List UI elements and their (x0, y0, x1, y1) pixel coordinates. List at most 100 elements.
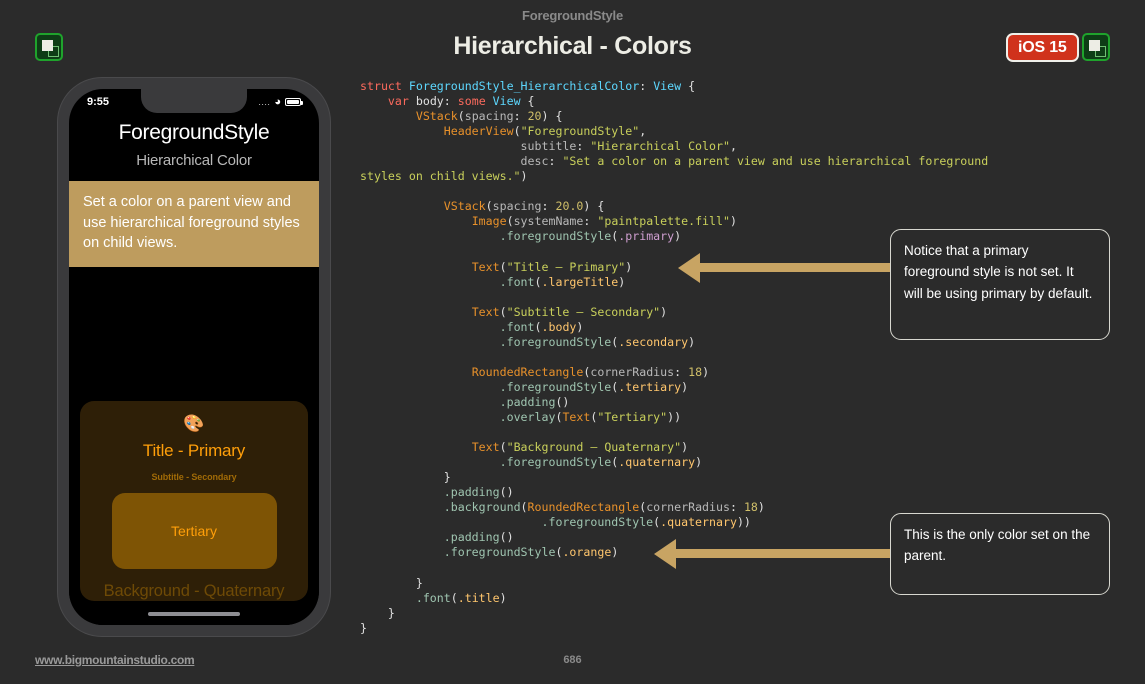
footer-page-number: 686 (563, 654, 582, 666)
code-token: } (387, 605, 395, 620)
status-indicators: .... ◕ (258, 96, 303, 108)
code-line: struct ForegroundStyle_HierarchicalColor… (360, 79, 1080, 94)
callout-arrow-head (678, 252, 700, 283)
code-line: .foregroundStyle(.quaternary) (360, 455, 1080, 470)
code-token: "paintpalette.fill" (597, 214, 730, 229)
code-token: View (653, 79, 682, 93)
wifi-icon: ◕ (274, 96, 281, 108)
code-token: Image (471, 214, 507, 229)
square-filled-icon (42, 40, 53, 51)
code-token: Text (471, 440, 500, 455)
code-token: : (729, 500, 744, 515)
code-line: VStack(spacing: 20) { (360, 109, 1080, 124)
status-time: 9:55 (87, 96, 110, 108)
code-token: , (729, 139, 737, 154)
code-token: VStack (415, 109, 458, 124)
code-token: .padding (443, 485, 500, 500)
code-line: } (360, 621, 1080, 636)
code-line: styles on child views.") (360, 169, 1080, 184)
phone-header: ForegroundStyle Hierarchical Color Set a… (69, 115, 319, 267)
code-token: "ForegroundStyle" (520, 124, 640, 139)
code-line: } (360, 606, 1080, 621)
code-token: : (639, 79, 654, 93)
code-line: } (360, 470, 1080, 485)
code-token: , (639, 124, 647, 139)
code-token: 18 (688, 364, 703, 379)
code-token: .foregroundStyle (499, 334, 612, 349)
code-token: var (387, 94, 409, 109)
code-token: ) (757, 500, 765, 515)
callout-note-primary: Notice that a primary foreground style i… (890, 229, 1110, 340)
code-token: : (576, 139, 591, 154)
code-line: subtitle: "Hierarchical Color", (360, 139, 1080, 154)
code-token: ) (702, 364, 710, 379)
code-token: ) { (583, 199, 605, 214)
code-token: .padding (443, 530, 500, 545)
code-token: { (520, 94, 535, 109)
code-token: ( (450, 590, 458, 605)
cellular-signal-icon: .... (258, 97, 271, 107)
code-token: } (360, 620, 367, 635)
code-token: .font (415, 590, 451, 605)
code-token: .quaternary (618, 455, 696, 470)
eyebrow-title: ForegroundStyle (521, 8, 623, 23)
phone-app-title: ForegroundStyle (118, 121, 270, 144)
code-token: ) (499, 590, 507, 605)
code-token: spacing (492, 199, 542, 214)
phone-mockup: 9:55 .... ◕ ForegroundStyle Hierarchical… (58, 78, 330, 636)
code-token: .background (443, 500, 521, 515)
code-token: ) (681, 379, 689, 394)
square-filled-icon (1089, 40, 1100, 51)
code-token: ) (611, 545, 619, 560)
demo-subtitle-secondary: Subtitle - Secondary (151, 472, 237, 482)
code-token: View (492, 94, 521, 109)
code-token: ( (499, 259, 507, 274)
code-token: Text (471, 304, 500, 319)
code-token: systemName (513, 214, 584, 229)
code-token: ( (457, 109, 465, 124)
code-token: ) (695, 455, 703, 470)
code-token: 20 (527, 109, 542, 124)
demo-tertiary-rect: Tertiary (111, 493, 277, 569)
code-token: ( (534, 274, 542, 289)
page-title: Hierarchical - Colors (453, 32, 692, 60)
code-token: { (681, 79, 696, 93)
swiftui-app-icon (35, 33, 63, 61)
code-line: .overlay(Text("Tertiary")) (360, 410, 1080, 425)
code-token: body (408, 94, 444, 109)
code-token: ( (520, 500, 528, 515)
code-token: ) (660, 304, 668, 319)
code-token: ) (520, 169, 528, 184)
code-token: )) (667, 410, 682, 425)
code-token: ( (506, 214, 514, 229)
code-token: .foregroundStyle (541, 515, 654, 530)
code-token: Text (562, 410, 591, 425)
code-line: RoundedRectangle(cornerRadius: 18) (360, 365, 1080, 380)
callout-arrow-shaft (676, 549, 890, 558)
code-token: .padding (499, 394, 556, 409)
code-line: .padding() (360, 485, 1080, 500)
code-token: () (499, 485, 514, 500)
demo-background-quaternary: Background - Quaternary (103, 582, 285, 600)
code-token: .foregroundStyle (443, 545, 556, 560)
code-token: .overlay (499, 410, 556, 425)
code-token: ) (618, 274, 626, 289)
code-token: HeaderView (443, 124, 514, 139)
